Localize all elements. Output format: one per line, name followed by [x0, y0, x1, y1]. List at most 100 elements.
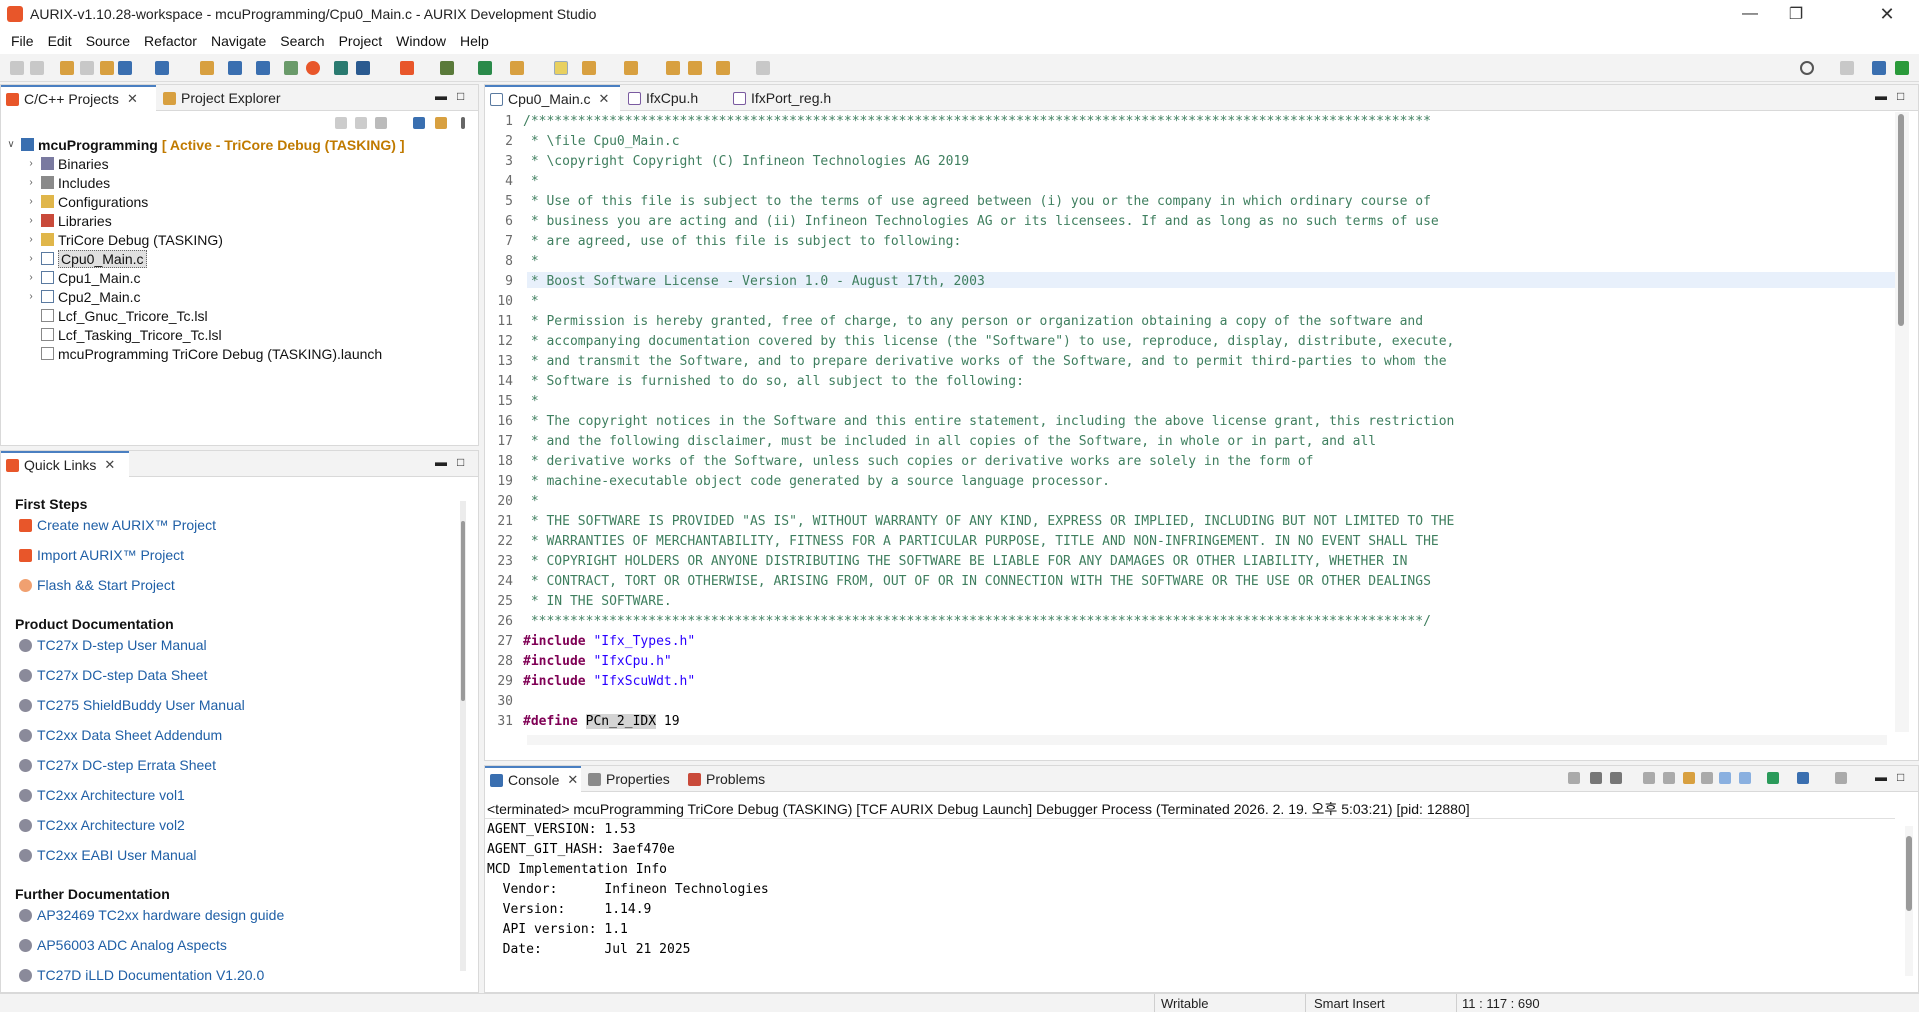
menu-refactor[interactable]: Refactor	[137, 33, 204, 49]
up-icon[interactable]	[375, 117, 387, 129]
build-icon[interactable]	[118, 61, 132, 75]
shield-icon[interactable]	[478, 61, 492, 75]
scrollbar-thumb[interactable]	[1906, 836, 1912, 911]
back-icon[interactable]	[335, 117, 347, 129]
tree-item[interactable]: › TriCore Debug (TASKING)	[25, 230, 223, 249]
link-label[interactable]: Import AURIX™ Project	[37, 547, 184, 563]
last-edit-icon[interactable]	[666, 61, 680, 75]
scroll-lock-icon[interactable]	[1663, 772, 1675, 784]
chevron-right-icon[interactable]: ›	[25, 291, 37, 302]
quick-link[interactable]: TC27x D-step User Manual	[19, 635, 207, 655]
chevron-right-icon[interactable]: ›	[25, 196, 37, 207]
quick-link[interactable]: TC2xx Architecture vol1	[19, 785, 185, 805]
highlight-toggle-icon[interactable]	[554, 61, 568, 75]
link-editor-icon[interactable]	[435, 117, 447, 129]
show-stdout-icon[interactable]	[1701, 772, 1713, 784]
tab-ifxport-reg[interactable]: IfxPort_reg.h	[730, 85, 831, 111]
console-output[interactable]: AGENT_VERSION: 1.53 AGENT_GIT_HASH: 3aef…	[487, 822, 1887, 972]
record-icon[interactable]	[400, 61, 414, 75]
collapse-all-icon[interactable]	[413, 117, 425, 129]
back-icon[interactable]	[688, 61, 702, 75]
close-icon[interactable]: ✕	[127, 91, 138, 107]
link-label[interactable]: TC27x DC-step Data Sheet	[37, 667, 207, 683]
debug-perspective-icon[interactable]	[1895, 61, 1909, 75]
close-icon[interactable]: ✕	[567, 772, 578, 788]
view-menu-icon[interactable]	[461, 117, 465, 129]
quick-link[interactable]: TC2xx Architecture vol2	[19, 815, 185, 835]
chevron-right-icon[interactable]: ›	[25, 215, 37, 226]
editor-vertical-scrollbar[interactable]	[1895, 112, 1909, 732]
new-icon[interactable]	[100, 61, 114, 75]
minimize-icon[interactable]: ▬	[1875, 770, 1887, 784]
show-stderr-icon[interactable]	[1719, 772, 1731, 784]
minimize-icon[interactable]: ▬	[1875, 89, 1887, 103]
tree-item[interactable]: › Libraries	[25, 211, 111, 230]
search-icon[interactable]	[1800, 61, 1814, 75]
clear-console-icon[interactable]	[1643, 772, 1655, 784]
package-icon[interactable]	[284, 61, 298, 75]
quick-link[interactable]: TC2xx Data Sheet Addendum	[19, 725, 222, 745]
maximize-icon[interactable]: □	[1897, 770, 1904, 784]
scrollbar[interactable]	[460, 501, 466, 971]
link-label[interactable]: AP32469 TC2xx hardware design guide	[37, 907, 284, 923]
chevron-right-icon[interactable]: ›	[25, 272, 37, 283]
console-icon[interactable]	[228, 61, 242, 75]
chevron-right-icon[interactable]: ›	[25, 253, 37, 264]
undo-icon[interactable]	[60, 61, 74, 75]
help-icon[interactable]	[256, 61, 270, 75]
menu-source[interactable]: Source	[79, 33, 137, 49]
menu-project[interactable]: Project	[332, 33, 390, 49]
menu-file[interactable]: File	[4, 33, 41, 49]
link-label[interactable]: TC2xx Data Sheet Addendum	[37, 727, 222, 743]
tree-item[interactable]: mcuProgramming TriCore Debug (TASKING).l…	[37, 344, 382, 363]
link-label[interactable]: Create new AURIX™ Project	[37, 517, 216, 533]
insert-mode-status[interactable]: Smart Insert	[1314, 996, 1385, 1011]
restore-button[interactable]: ❐	[1773, 0, 1819, 28]
cpp-perspective-icon[interactable]	[1872, 61, 1886, 75]
link-label[interactable]: TC27D iLLD Documentation V1.20.0	[37, 967, 264, 983]
minimize-button[interactable]: —	[1727, 0, 1773, 28]
back-nav-icon[interactable]	[716, 61, 730, 75]
redo-icon[interactable]	[80, 61, 94, 75]
console-scrollbar[interactable]	[1905, 826, 1913, 976]
link-label[interactable]: TC2xx Architecture vol1	[37, 787, 185, 803]
link-label[interactable]: Flash && Start Project	[37, 577, 175, 593]
minimize-icon[interactable]: ▬	[435, 89, 447, 103]
pin-console-icon[interactable]	[1739, 772, 1751, 784]
open-perspective-icon[interactable]	[1840, 61, 1854, 75]
chevron-right-icon[interactable]: ›	[25, 234, 37, 245]
open-console-icon[interactable]	[1767, 772, 1779, 784]
link-label[interactable]: TC2xx Architecture vol2	[37, 817, 185, 833]
link-label[interactable]: TC27x D-step User Manual	[37, 637, 207, 653]
close-icon[interactable]: ✕	[599, 91, 610, 107]
scrollbar-thumb[interactable]	[461, 521, 465, 701]
tree-item-selected[interactable]: › Cpu0_Main.c	[25, 249, 147, 268]
link-label[interactable]: AP56003 ADC Analog Aspects	[37, 937, 227, 953]
quick-link[interactable]: AP32469 TC2xx hardware design guide	[19, 905, 284, 925]
quick-link[interactable]: TC275 ShieldBuddy User Manual	[19, 695, 245, 715]
link-label[interactable]: TC27x DC-step Errata Sheet	[37, 757, 216, 773]
maximize-icon[interactable]: □	[1897, 89, 1904, 103]
open-type-icon[interactable]	[155, 61, 169, 75]
remove-launch-icon[interactable]	[1590, 772, 1602, 784]
tree-root-mcuprogramming[interactable]: ∨ mcuProgramming [ Active - TriCore Debu…	[5, 135, 404, 154]
flash-icon[interactable]	[356, 61, 370, 75]
minimize-icon[interactable]: ▬	[435, 455, 447, 469]
debug-icon[interactable]	[440, 61, 454, 75]
word-wrap-icon[interactable]	[1683, 772, 1695, 784]
tree-item[interactable]: › Binaries	[25, 154, 108, 173]
quick-link[interactable]: TC2xx EABI User Manual	[19, 845, 197, 865]
link-label[interactable]: TC275 ShieldBuddy User Manual	[37, 697, 245, 713]
tree-item[interactable]: › Cpu2_Main.c	[25, 287, 140, 306]
chevron-right-icon[interactable]: ›	[25, 158, 37, 169]
tree-item[interactable]: › Cpu1_Main.c	[25, 268, 140, 287]
quick-link[interactable]: Import AURIX™ Project	[19, 545, 184, 565]
tab-problems[interactable]: Problems	[685, 766, 765, 792]
tab-console[interactable]: Console ✕	[485, 766, 581, 792]
maximize-icon[interactable]: □	[457, 89, 464, 103]
tab-cpp-projects[interactable]: C/C++ Projects ✕	[1, 85, 156, 111]
tree-item[interactable]: Lcf_Gnuc_Tricore_Tc.lsl	[37, 306, 208, 325]
quick-link[interactable]: TC27D iLLD Documentation V1.20.0	[19, 965, 264, 985]
scrollbar-thumb[interactable]	[1898, 114, 1904, 326]
run-icon[interactable]	[510, 61, 524, 75]
